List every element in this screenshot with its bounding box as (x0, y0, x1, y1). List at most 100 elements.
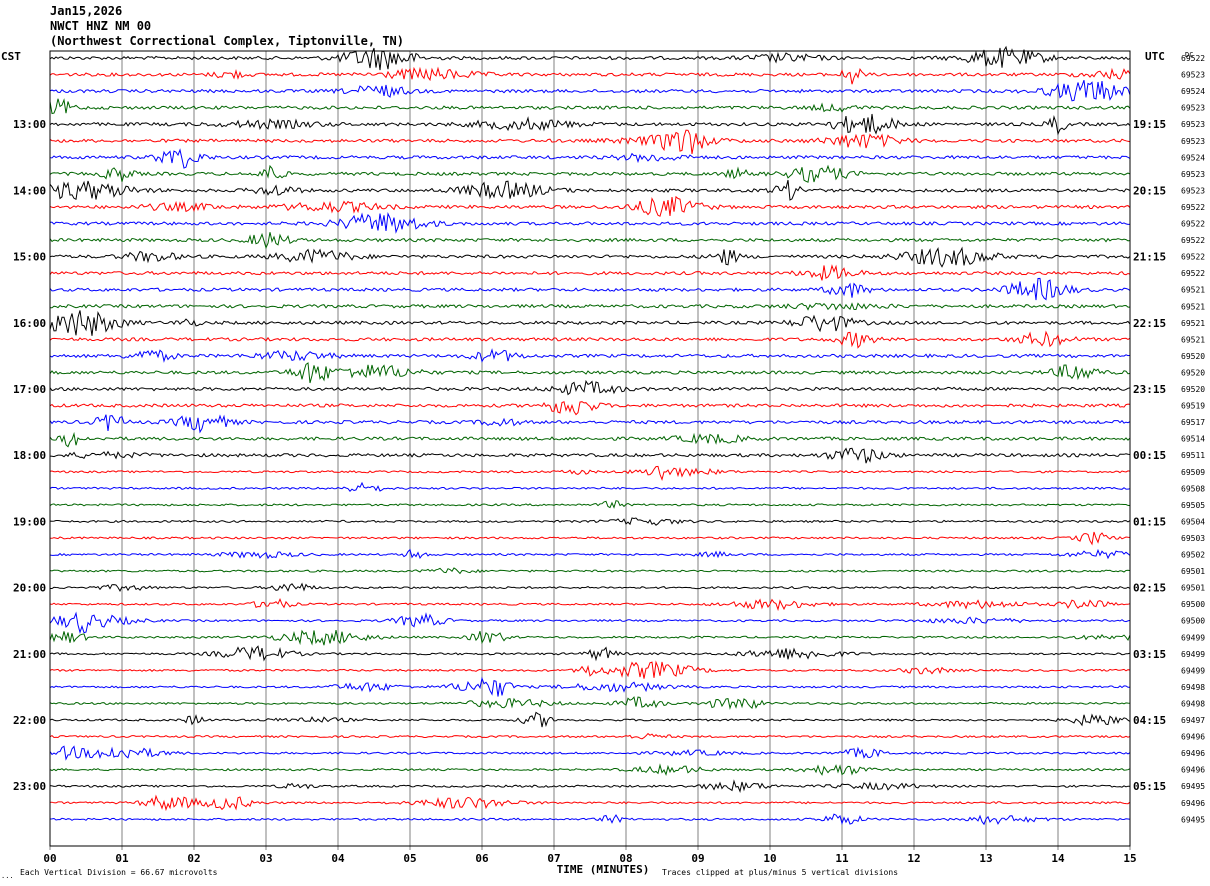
dc-offset-label: 69522 (1181, 220, 1205, 229)
dc-offset-label: 69523 (1181, 71, 1205, 80)
x-tick-label: 00 (43, 852, 56, 865)
dc-header-label: DC (1185, 51, 1193, 59)
time-grid (49, 51, 1131, 850)
cst-hour-label: 20:00 (13, 582, 46, 595)
seismic-trace (49, 80, 1131, 102)
cst-hour-label: 13:00 (13, 118, 46, 131)
dc-offset-label: 69519 (1181, 402, 1205, 411)
dc-offset-label: 69509 (1181, 468, 1205, 477)
x-tick-label: 06 (475, 852, 489, 865)
dc-offset-label: 69500 (1181, 617, 1205, 626)
utc-hour-label: 21:15 (1133, 251, 1166, 264)
seismic-trace (49, 348, 1131, 363)
dc-offset-label: 69501 (1181, 584, 1205, 593)
dc-offset-label: 69501 (1181, 567, 1205, 576)
dc-offset-label: 69500 (1181, 600, 1205, 609)
vertical-division-note: Each Vertical Division = 66.67 microvolt… (20, 868, 218, 877)
seismic-trace (49, 264, 1131, 281)
seismic-trace (49, 500, 1131, 509)
x-tick-label: 02 (187, 852, 200, 865)
cst-hour-label: 19:00 (13, 515, 46, 528)
seismic-trace (49, 431, 1131, 448)
seismic-trace (49, 113, 1131, 136)
dc-offset-label: 69498 (1181, 699, 1205, 708)
seismic-trace (49, 481, 1131, 492)
dc-offset-label: 69524 (1181, 87, 1205, 96)
x-tick-label: 05 (403, 852, 416, 865)
seismic-trace (49, 732, 1131, 740)
dc-offset-label: 69522 (1181, 253, 1205, 262)
seismic-trace (49, 711, 1131, 728)
seismic-trace (49, 98, 1131, 115)
x-tick-label: 04 (331, 852, 345, 865)
seismic-trace (49, 129, 1131, 154)
dc-offset-label: 69499 (1181, 650, 1205, 659)
dc-offset-label: 69524 (1181, 153, 1205, 162)
utc-hour-label: 01:15 (1133, 515, 1166, 528)
seismic-trace (49, 330, 1131, 349)
utc-hour-label: 23:15 (1133, 383, 1166, 396)
seismic-trace (49, 548, 1131, 560)
dc-offset-label: 69523 (1181, 186, 1205, 195)
seismic-trace (49, 531, 1131, 546)
seismic-trace (49, 629, 1131, 646)
seismic-trace (49, 517, 1131, 526)
dc-offset-label: 69523 (1181, 137, 1205, 146)
utc-hour-label: 03:15 (1133, 648, 1166, 661)
utc-hour-label: 20:15 (1133, 184, 1166, 197)
dc-offset-label: 69496 (1181, 749, 1205, 758)
dc-offset-label: 69499 (1181, 666, 1205, 675)
seismic-trace (49, 745, 1131, 761)
x-tick-label: 09 (691, 852, 704, 865)
dc-offset-label: 69520 (1181, 352, 1205, 361)
dc-offset-label: 69499 (1181, 633, 1205, 642)
seismic-trace (49, 277, 1131, 301)
seismic-trace (49, 794, 1131, 812)
x-tick-label: 12 (907, 852, 920, 865)
cst-hour-label: 15:00 (13, 251, 46, 264)
dc-offset-label: 69523 (1181, 120, 1205, 129)
seismic-trace (49, 465, 1131, 481)
dc-offset-label: 69522 (1181, 203, 1205, 212)
dc-offset-label: 69498 (1181, 683, 1205, 692)
cst-hour-label: 22:00 (13, 714, 46, 727)
utc-hour-label: 04:15 (1133, 714, 1166, 727)
seismic-trace (49, 660, 1131, 679)
dc-offset-label: 69496 (1181, 766, 1205, 775)
seismic-trace (49, 401, 1131, 416)
dc-offset-label: 69508 (1181, 484, 1205, 493)
dc-offset-label: 69503 (1181, 534, 1205, 543)
clip-note: Traces clipped at plus/minus 5 vertical … (662, 868, 898, 877)
cst-hour-label: 18:00 (13, 449, 46, 462)
dc-offset-label: 69504 (1181, 517, 1205, 526)
dc-offset-label: 69522 (1181, 236, 1205, 245)
utc-hour-label: 19:15 (1133, 118, 1166, 131)
seismic-trace (49, 447, 1131, 464)
seismic-trace (49, 598, 1131, 612)
dc-offset-label: 69522 (1181, 269, 1205, 278)
trace-group (49, 45, 1131, 826)
dc-offset-label: 69511 (1181, 451, 1205, 460)
seismic-trace (49, 779, 1130, 793)
cst-hour-label: 16:00 (13, 317, 46, 330)
seismic-trace (49, 310, 1131, 336)
seismic-trace (49, 362, 1131, 384)
x-tick-label: 11 (835, 852, 849, 865)
seismic-trace (49, 195, 1131, 217)
dc-offset-label: 69523 (1181, 104, 1205, 113)
utc-hour-label: 02:15 (1133, 582, 1166, 595)
seismic-trace (49, 582, 1131, 592)
seismic-trace (49, 164, 1131, 183)
seismic-trace (49, 302, 1130, 311)
cst-axis-label: CST (1, 50, 21, 63)
seismogram-chart: 00 01 02 03 04 05 06 07 08 09 10 11 12 13 14 1569522695… (1, 45, 1205, 880)
dc-offset-label: 69521 (1181, 335, 1205, 344)
dc-offset-label: 69495 (1181, 782, 1205, 791)
dc-offset-label: 69495 (1181, 815, 1205, 824)
cst-hour-label: 14:00 (13, 184, 46, 197)
x-axis-title: TIME (MINUTES) (557, 863, 650, 876)
dc-offset-label: 69502 (1181, 551, 1205, 560)
seismic-trace (49, 179, 1131, 201)
seismic-trace (49, 379, 1131, 396)
dc-offset-label: 69505 (1181, 501, 1205, 510)
